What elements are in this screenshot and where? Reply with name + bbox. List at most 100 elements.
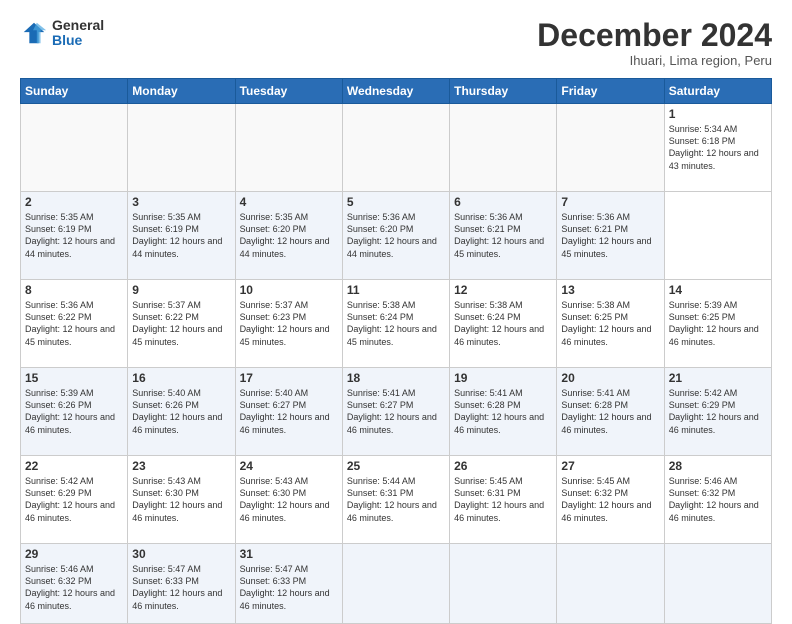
day-number: 12 [454,283,552,297]
day-info: Sunrise: 5:40 AMSunset: 6:27 PMDaylight:… [240,388,330,434]
day-cell-28: 28 Sunrise: 5:46 AMSunset: 6:32 PMDaylig… [664,456,771,544]
empty-cell [557,104,664,192]
day-number: 23 [132,459,230,473]
month-title: December 2024 [537,18,772,53]
day-info: Sunrise: 5:47 AMSunset: 6:33 PMDaylight:… [132,564,222,610]
location: Ihuari, Lima region, Peru [537,53,772,68]
day-number: 21 [669,371,767,385]
page: General Blue December 2024 Ihuari, Lima … [0,0,792,612]
day-cell-19: 19 Sunrise: 5:41 AMSunset: 6:28 PMDaylig… [450,368,557,456]
day-number: 9 [132,283,230,297]
day-info: Sunrise: 5:47 AMSunset: 6:33 PMDaylight:… [240,564,330,610]
day-cell-11: 11 Sunrise: 5:38 AMSunset: 6:24 PMDaylig… [342,280,449,368]
day-info: Sunrise: 5:36 AMSunset: 6:22 PMDaylight:… [25,300,115,346]
day-cell-3: 3 Sunrise: 5:35 AMSunset: 6:19 PMDayligh… [128,192,235,280]
day-info: Sunrise: 5:36 AMSunset: 6:20 PMDaylight:… [347,212,437,258]
day-number: 30 [132,547,230,561]
empty-cell [21,104,128,192]
day-info: Sunrise: 5:46 AMSunset: 6:32 PMDaylight:… [25,564,115,610]
day-cell-6: 6 Sunrise: 5:36 AMSunset: 6:21 PMDayligh… [450,192,557,280]
day-number: 16 [132,371,230,385]
header: General Blue December 2024 Ihuari, Lima … [20,18,772,68]
day-cell-27: 27 Sunrise: 5:45 AMSunset: 6:32 PMDaylig… [557,456,664,544]
day-info: Sunrise: 5:43 AMSunset: 6:30 PMDaylight:… [132,476,222,522]
day-cell-20: 20 Sunrise: 5:41 AMSunset: 6:28 PMDaylig… [557,368,664,456]
day-number: 11 [347,283,445,297]
day-info: Sunrise: 5:39 AMSunset: 6:26 PMDaylight:… [25,388,115,434]
day-number: 7 [561,195,659,209]
logo-icon [20,19,48,47]
day-number: 4 [240,195,338,209]
empty-cell [128,104,235,192]
day-cell-22: 22 Sunrise: 5:42 AMSunset: 6:29 PMDaylig… [21,456,128,544]
logo-general-text: General [52,17,104,33]
day-number: 10 [240,283,338,297]
day-cell-12: 12 Sunrise: 5:38 AMSunset: 6:24 PMDaylig… [450,280,557,368]
day-number: 31 [240,547,338,561]
day-number: 24 [240,459,338,473]
day-info: Sunrise: 5:42 AMSunset: 6:29 PMDaylight:… [669,388,759,434]
day-info: Sunrise: 5:46 AMSunset: 6:32 PMDaylight:… [669,476,759,522]
logo: General Blue [20,18,104,49]
logo-text: General Blue [52,18,104,49]
calendar-week-0: 1 Sunrise: 5:34 AMSunset: 6:18 PMDayligh… [21,104,772,192]
day-info: Sunrise: 5:35 AMSunset: 6:20 PMDaylight:… [240,212,330,258]
day-cell-8: 8 Sunrise: 5:36 AMSunset: 6:22 PMDayligh… [21,280,128,368]
day-info: Sunrise: 5:35 AMSunset: 6:19 PMDaylight:… [132,212,222,258]
day-info: Sunrise: 5:36 AMSunset: 6:21 PMDaylight:… [454,212,544,258]
logo-blue-text: Blue [52,32,82,48]
day-number: 3 [132,195,230,209]
day-info: Sunrise: 5:41 AMSunset: 6:28 PMDaylight:… [561,388,651,434]
col-thursday: Thursday [450,79,557,104]
empty-cell [342,104,449,192]
day-info: Sunrise: 5:37 AMSunset: 6:23 PMDaylight:… [240,300,330,346]
day-cell-9: 9 Sunrise: 5:37 AMSunset: 6:22 PMDayligh… [128,280,235,368]
col-monday: Monday [128,79,235,104]
day-info: Sunrise: 5:45 AMSunset: 6:32 PMDaylight:… [561,476,651,522]
day-cell-26: 26 Sunrise: 5:45 AMSunset: 6:31 PMDaylig… [450,456,557,544]
day-info: Sunrise: 5:40 AMSunset: 6:26 PMDaylight:… [132,388,222,434]
day-cell-14: 14 Sunrise: 5:39 AMSunset: 6:25 PMDaylig… [664,280,771,368]
col-tuesday: Tuesday [235,79,342,104]
day-number: 27 [561,459,659,473]
day-number: 19 [454,371,552,385]
col-saturday: Saturday [664,79,771,104]
day-number: 20 [561,371,659,385]
day-cell-25: 25 Sunrise: 5:44 AMSunset: 6:31 PMDaylig… [342,456,449,544]
day-number: 1 [669,107,767,121]
day-info: Sunrise: 5:38 AMSunset: 6:25 PMDaylight:… [561,300,651,346]
col-wednesday: Wednesday [342,79,449,104]
day-info: Sunrise: 5:38 AMSunset: 6:24 PMDaylight:… [454,300,544,346]
calendar-week-1: 2 Sunrise: 5:35 AMSunset: 6:19 PMDayligh… [21,192,772,280]
day-cell-16: 16 Sunrise: 5:40 AMSunset: 6:26 PMDaylig… [128,368,235,456]
calendar-week-4: 22 Sunrise: 5:42 AMSunset: 6:29 PMDaylig… [21,456,772,544]
day-number: 5 [347,195,445,209]
day-info: Sunrise: 5:41 AMSunset: 6:28 PMDaylight:… [454,388,544,434]
day-cell-2: 2 Sunrise: 5:35 AMSunset: 6:19 PMDayligh… [21,192,128,280]
day-info: Sunrise: 5:44 AMSunset: 6:31 PMDaylight:… [347,476,437,522]
day-info: Sunrise: 5:39 AMSunset: 6:25 PMDaylight:… [669,300,759,346]
day-cell-24: 24 Sunrise: 5:43 AMSunset: 6:30 PMDaylig… [235,456,342,544]
day-number: 13 [561,283,659,297]
day-info: Sunrise: 5:45 AMSunset: 6:31 PMDaylight:… [454,476,544,522]
day-info: Sunrise: 5:42 AMSunset: 6:29 PMDaylight:… [25,476,115,522]
day-number: 29 [25,547,123,561]
day-info: Sunrise: 5:43 AMSunset: 6:30 PMDaylight:… [240,476,330,522]
calendar-week-3: 15 Sunrise: 5:39 AMSunset: 6:26 PMDaylig… [21,368,772,456]
day-info: Sunrise: 5:34 AMSunset: 6:18 PMDaylight:… [669,124,759,170]
day-cell-5: 5 Sunrise: 5:36 AMSunset: 6:20 PMDayligh… [342,192,449,280]
day-info: Sunrise: 5:37 AMSunset: 6:22 PMDaylight:… [132,300,222,346]
day-cell-1: 1 Sunrise: 5:34 AMSunset: 6:18 PMDayligh… [664,104,771,192]
day-info: Sunrise: 5:38 AMSunset: 6:24 PMDaylight:… [347,300,437,346]
day-info: Sunrise: 5:41 AMSunset: 6:27 PMDaylight:… [347,388,437,434]
day-number: 25 [347,459,445,473]
day-number: 14 [669,283,767,297]
day-number: 2 [25,195,123,209]
header-row: Sunday Monday Tuesday Wednesday Thursday… [21,79,772,104]
empty-cell [235,104,342,192]
day-cell-13: 13 Sunrise: 5:38 AMSunset: 6:25 PMDaylig… [557,280,664,368]
empty-cell [450,104,557,192]
day-cell-15: 15 Sunrise: 5:39 AMSunset: 6:26 PMDaylig… [21,368,128,456]
day-cell-10: 10 Sunrise: 5:37 AMSunset: 6:23 PMDaylig… [235,280,342,368]
day-cell-21: 21 Sunrise: 5:42 AMSunset: 6:29 PMDaylig… [664,368,771,456]
